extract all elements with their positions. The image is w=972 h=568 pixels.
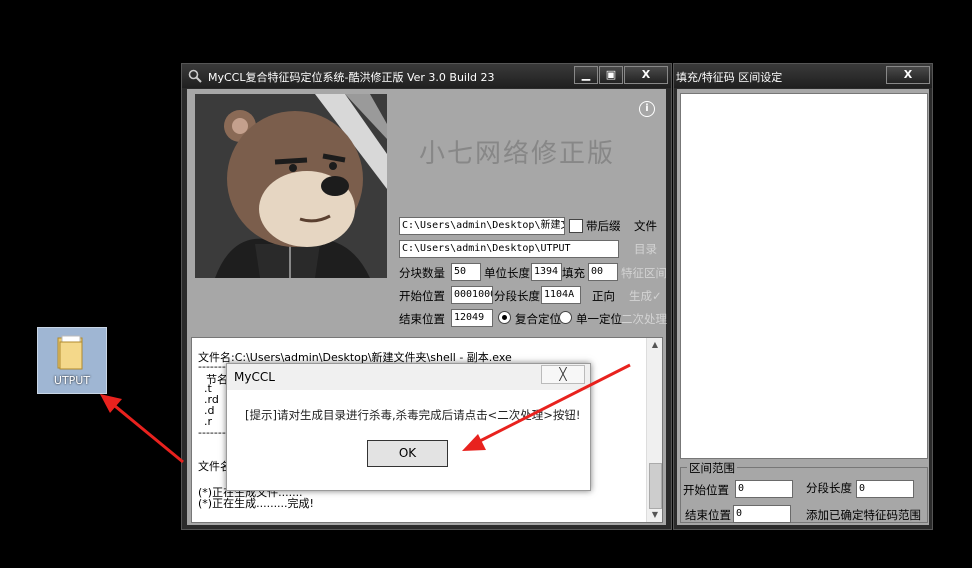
- annotation-overlay: [100, 363, 631, 464]
- arrow-to-folder: [103, 395, 184, 464]
- arrow-to-ok-head: [462, 434, 486, 451]
- arrow-to-ok: [467, 363, 631, 449]
